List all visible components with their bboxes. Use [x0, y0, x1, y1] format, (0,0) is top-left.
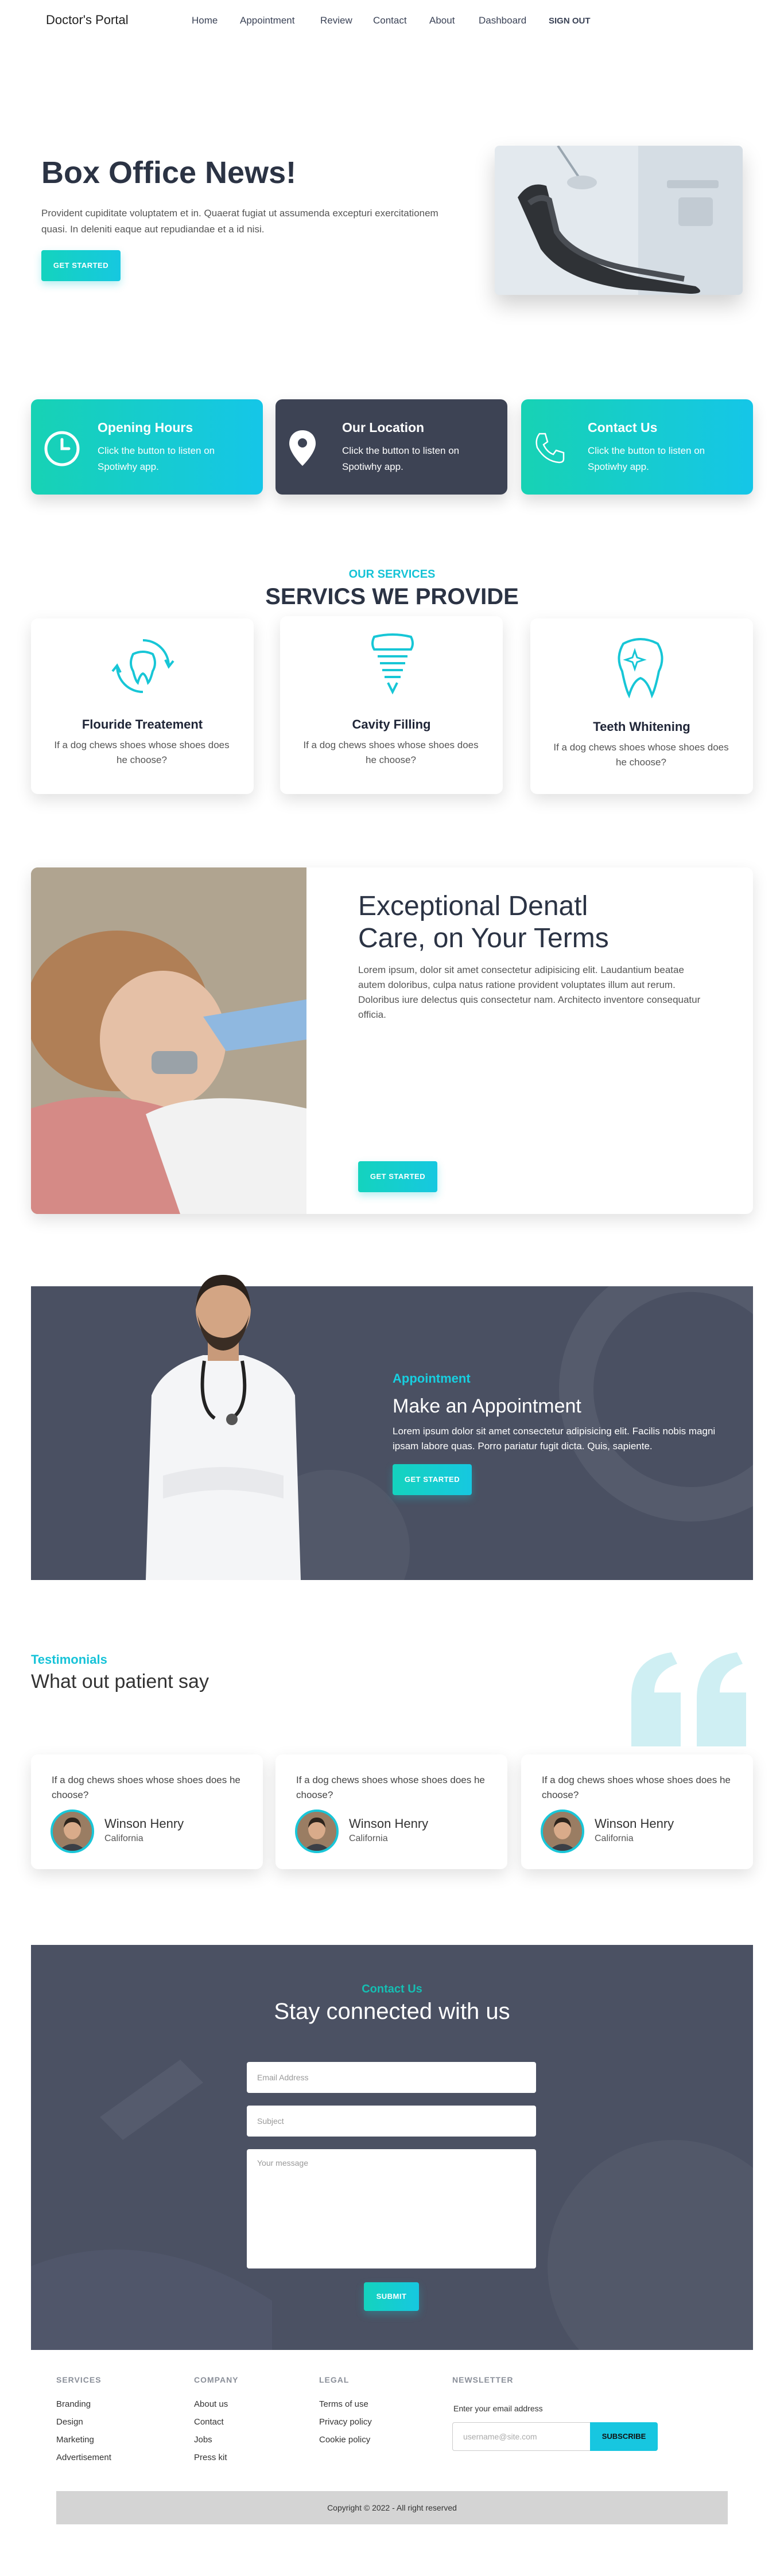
appointment-title: Make an Appointment [393, 1395, 581, 1417]
footer-link[interactable]: Marketing [56, 2435, 94, 2445]
service-card-cavity: Cavity Filling If a dog chews shoes whos… [280, 616, 503, 794]
nav-link-review[interactable]: Review [320, 15, 352, 26]
subject-field[interactable]: Subject [247, 2106, 536, 2137]
care-text: Lorem ipsum, dolor sit amet consectetur … [358, 964, 701, 1020]
footer-link[interactable]: Terms of use [319, 2399, 368, 2409]
testimonials-title: What out patient say [31, 1671, 209, 1692]
info-card-opening-hours: Opening Hours Click the button to listen… [31, 399, 263, 495]
message-field[interactable]: Your message [247, 2149, 536, 2268]
info-card-text: Click the button to listen on Spotiwhy a… [588, 445, 705, 472]
avatar [295, 1810, 339, 1853]
service-title: Cavity Filling [352, 717, 431, 731]
nav-link-about[interactable]: About [429, 15, 455, 26]
testimonials-kicker: Testimonials [31, 1652, 107, 1667]
tooth-implant-icon [371, 633, 414, 695]
subscribe-button[interactable]: SUBSCRIBE [590, 2422, 658, 2451]
signout-button[interactable]: SIGN OUT [549, 16, 591, 26]
service-card-flouride: Flouride Treatement If a dog chews shoes… [31, 618, 254, 794]
service-title: Teeth Whitening [593, 719, 690, 734]
footer-link[interactable]: About us [194, 2399, 228, 2409]
footer-link[interactable]: Press kit [194, 2453, 227, 2462]
testimonial-name: Winson Henry [104, 1816, 184, 1831]
appointment-section: Appointment Make an Appointment Lorem ip… [31, 1275, 753, 1580]
services-title: SERVICS WE PROVIDE [265, 584, 519, 609]
service-text: If a dog chews shoes whose shoes does he… [54, 740, 230, 765]
care-title-line1: Exceptional Denatl [358, 891, 588, 921]
location-pin-icon [289, 430, 316, 466]
footer-link[interactable]: Branding [56, 2399, 91, 2409]
appointment-kicker: Appointment [393, 1371, 471, 1386]
hero-title: Box Office News! [41, 155, 297, 190]
footer-link[interactable]: Privacy policy [319, 2417, 372, 2427]
testimonial-quote: If a dog chews shoes whose shoes does he… [296, 1775, 485, 1800]
testimonial-name: Winson Henry [349, 1816, 429, 1831]
footer-link[interactable]: Design [56, 2417, 83, 2427]
footer-link[interactable]: Jobs [194, 2435, 212, 2445]
testimonial-location: California [595, 1834, 634, 1843]
care-title: Exceptional Denatl Care, on Your Terms [358, 890, 609, 955]
service-text: If a dog chews shoes whose shoes does he… [303, 740, 479, 765]
services-kicker: OUR SERVICES [348, 568, 436, 581]
hero-image [495, 146, 743, 295]
newsletter-email-input[interactable]: username@site.com [452, 2422, 590, 2451]
nav-link-appointment[interactable]: Appointment [240, 15, 294, 26]
info-card-title: Contact Us [588, 420, 658, 435]
nav-link-contact[interactable]: Contact [373, 15, 407, 26]
tooth-refresh-icon [111, 639, 174, 693]
avatar [51, 1810, 94, 1853]
contact-title: Stay connected with us [274, 1999, 510, 2024]
nav-link-dashboard[interactable]: Dashboard [479, 15, 526, 26]
doctor-image [140, 1269, 306, 1580]
footer-company-heading: COMPANY [194, 2375, 239, 2384]
tooth-sparkle-icon [618, 638, 663, 699]
newsletter-label: Enter your email address [453, 2404, 543, 2413]
hero-cta-button[interactable]: GET STARTED [41, 250, 121, 281]
footer-link[interactable]: Cookie policy [319, 2435, 370, 2445]
info-card-contact: Contact Us Click the button to listen on… [521, 399, 753, 495]
testimonial-location: California [349, 1834, 388, 1843]
footer-link[interactable]: Advertisement [56, 2453, 111, 2462]
testimonial-name: Winson Henry [595, 1816, 674, 1831]
footer-link[interactable]: Contact [194, 2417, 224, 2427]
quote-icon [631, 1652, 746, 1746]
testimonial-card: If a dog chews shoes whose shoes does he… [521, 1754, 753, 1869]
info-card-text: Click the button to listen on Spotiwhy a… [98, 445, 215, 472]
care-cta-button[interactable]: GET STARTED [358, 1161, 437, 1192]
info-card-text: Click the button to listen on Spotiwhy a… [342, 445, 460, 472]
care-title-line2: Care, on Your Terms [358, 923, 609, 954]
care-section: Exceptional Denatl Care, on Your Terms L… [31, 867, 753, 1214]
footer-services-heading: SERVICES [56, 2375, 102, 2384]
clock-icon [44, 431, 80, 466]
copyright-bar: Copyright © 2022 - All right reserved [56, 2491, 728, 2524]
service-text: If a dog chews shoes whose shoes does he… [553, 742, 729, 768]
testimonial-location: California [104, 1834, 143, 1843]
info-card-location: Our Location Click the button to listen … [275, 399, 507, 495]
testimonial-card: If a dog chews shoes whose shoes does he… [275, 1754, 507, 1869]
footer-newsletter-heading: NEWSLETTER [452, 2375, 514, 2384]
navbar: Doctor's Portal Home Appointment Review … [0, 0, 784, 41]
info-card-title: Opening Hours [98, 420, 193, 435]
avatar [541, 1810, 584, 1853]
hero-text: Provident cupiditate voluptatem et in. Q… [41, 208, 438, 235]
testimonial-quote: If a dog chews shoes whose shoes does he… [52, 1775, 240, 1800]
copyright-text: Copyright © 2022 - All right reserved [327, 2503, 457, 2512]
email-field[interactable]: Email Address [247, 2062, 536, 2093]
service-card-whitening: Teeth Whitening If a dog chews shoes who… [530, 618, 753, 794]
appointment-text: Lorem ipsum dolor sit amet consectetur a… [393, 1426, 716, 1452]
care-image [31, 867, 306, 1214]
brand-logo[interactable]: Doctor's Portal [46, 13, 129, 28]
testimonial-card: If a dog chews shoes whose shoes does he… [31, 1754, 263, 1869]
appointment-cta-button[interactable]: GET STARTED [393, 1464, 472, 1495]
submit-button[interactable]: SUBMIT [364, 2282, 419, 2311]
nav-link-home[interactable]: Home [192, 15, 218, 26]
footer-legal-heading: LEGAL [319, 2375, 350, 2384]
phone-icon [535, 433, 565, 464]
service-title: Flouride Treatement [81, 717, 203, 731]
info-card-title: Our Location [342, 420, 425, 435]
testimonial-quote: If a dog chews shoes whose shoes does he… [542, 1775, 731, 1800]
contact-kicker: Contact Us [362, 1983, 422, 1995]
